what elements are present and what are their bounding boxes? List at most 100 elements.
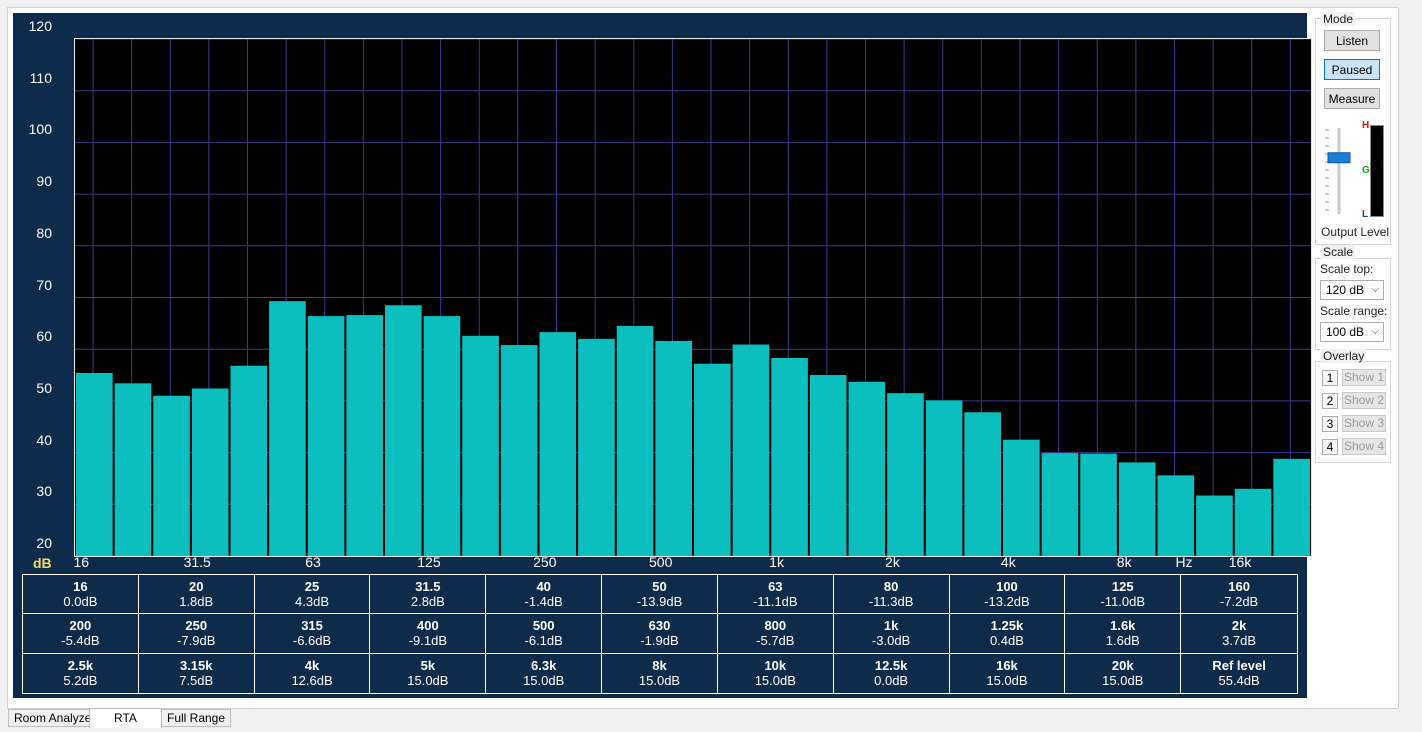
bar-315 xyxy=(578,338,615,556)
band-gain: 4.3dB xyxy=(295,594,330,610)
band-gain: 15.0dB xyxy=(986,673,1028,689)
overlay-label: Overlay xyxy=(1321,349,1367,363)
x-tick-label: 1k xyxy=(769,554,784,570)
bar-50 xyxy=(269,301,306,556)
band-cell: 10k 15.0dB xyxy=(718,653,834,693)
overlay-1-checkbox[interactable]: 1 xyxy=(1322,370,1338,386)
band-cell: 1.6k 1.6dB xyxy=(1065,614,1182,654)
bar-1k xyxy=(771,357,808,556)
band-cell: 1k -3.0dB xyxy=(833,614,950,654)
band-cell: 125 -11.0dB xyxy=(1065,575,1182,615)
bar-80 xyxy=(346,315,383,556)
bar-4k xyxy=(1003,439,1040,556)
bar-31.5 xyxy=(191,388,229,556)
band-frequency: 2.5k xyxy=(67,658,94,674)
band-cell: 25 4.3dB xyxy=(254,575,371,615)
overlay-4-checkbox[interactable]: 4 xyxy=(1322,439,1338,455)
band-cell: Ref level 55.4dB xyxy=(1181,654,1297,693)
scale-range-select[interactable]: 100 dB ⌵ xyxy=(1320,322,1384,342)
paused-button[interactable]: Paused xyxy=(1324,59,1380,80)
bar-63 xyxy=(307,316,345,556)
level-meter xyxy=(1370,125,1384,217)
listen-button[interactable]: Listen xyxy=(1324,30,1380,51)
x-tick-label: 16 xyxy=(73,554,90,570)
overlay-show-2-button[interactable]: Show 2 xyxy=(1342,392,1386,409)
band-frequency: 400 xyxy=(417,618,439,634)
y-tick-label: 80 xyxy=(36,224,52,241)
y-tick-label: 70 xyxy=(36,276,52,293)
tab-full-range[interactable]: Full Range xyxy=(161,709,232,727)
bar-500 xyxy=(655,340,692,556)
output-level-slider[interactable] xyxy=(1322,124,1356,220)
overlay-show-4-button[interactable]: Show 4 xyxy=(1342,438,1386,455)
chevron-down-icon: ⌵ xyxy=(1371,284,1379,295)
band-cell: 16k 15.0dB xyxy=(950,653,1066,693)
band-cell: 200 -5.4dB xyxy=(23,614,139,654)
bar-25 xyxy=(153,395,190,556)
band-frequency: 25 xyxy=(304,579,320,595)
band-cell: 4k 12.6dB xyxy=(255,653,371,693)
tab-rta[interactable]: RTA xyxy=(89,708,162,728)
band-gain: -1.4dB xyxy=(524,594,563,610)
band-frequency: 31.5 xyxy=(415,579,441,595)
tab-room-analyzer[interactable]: Room Analyzer xyxy=(8,709,102,727)
x-tick-label: 2k xyxy=(885,554,900,570)
band-cell: 250 -7.9dB xyxy=(138,614,255,654)
band-frequency: 40 xyxy=(536,579,551,595)
measure-button[interactable]: Measure xyxy=(1324,88,1380,109)
band-gain: -3.0dB xyxy=(871,633,911,649)
band-cell: 630 -1.9dB xyxy=(602,614,718,654)
band-cell: 2.5k 5.2dB xyxy=(23,653,139,693)
band-frequency: 10k xyxy=(764,658,787,674)
y-tick-label: 40 xyxy=(36,431,52,448)
overlay-show-1-button[interactable]: Show 1 xyxy=(1342,369,1386,386)
overlay-show-3-button[interactable]: Show 3 xyxy=(1342,415,1386,432)
bar-10k xyxy=(1157,475,1195,556)
scale-top-select[interactable]: 120 dB ⌵ xyxy=(1320,280,1384,300)
band-gain: 1.8dB xyxy=(179,594,214,610)
band-frequency: 1.6k xyxy=(1110,618,1136,634)
bar-16 xyxy=(76,372,113,556)
scale-label: Scale xyxy=(1321,245,1356,259)
band-cell: 20k 15.0dB xyxy=(1065,653,1182,693)
band-frequency: 1k xyxy=(883,618,899,634)
x-axis-unit: Hz xyxy=(1175,554,1193,570)
band-frequency: 100 xyxy=(996,579,1018,595)
band-gain: -11.0dB xyxy=(1100,594,1146,610)
band-gain: 0.0dB xyxy=(63,594,98,610)
y-axis-unit: dB xyxy=(33,555,52,571)
overlay-3-checkbox[interactable]: 3 xyxy=(1322,416,1338,432)
band-frequency: 125 xyxy=(1111,579,1134,595)
band-gain: -1.9dB xyxy=(640,633,679,649)
chevron-down-icon: ⌵ xyxy=(1371,326,1379,337)
x-tick-label: 500 xyxy=(649,554,673,570)
band-cell: 160 -7.2dB xyxy=(1181,575,1297,615)
band-frequency: 4k xyxy=(304,658,320,674)
band-gain: -11.3dB xyxy=(868,594,914,610)
band-gain: 3.7dB xyxy=(1222,633,1257,649)
band-frequency: 315 xyxy=(301,618,323,634)
band-cell: 3.15k 7.5dB xyxy=(139,653,255,693)
band-cell: 500 -6.1dB xyxy=(486,614,603,654)
band-cell: 16 0.0dB xyxy=(23,575,139,615)
band-cell: 40 -1.4dB xyxy=(486,575,603,615)
y-tick-label: 50 xyxy=(36,379,52,396)
band-gain: 5.2dB xyxy=(63,673,98,689)
band-frequency: 63 xyxy=(768,579,783,595)
y-tick-label: 30 xyxy=(36,483,52,500)
band-frequency: 80 xyxy=(883,579,899,595)
bar-1.6k xyxy=(848,381,886,556)
band-cell: 31.5 2.8dB xyxy=(370,575,487,615)
band-cell: 6.3k 15.0dB xyxy=(486,653,603,693)
x-tick-label: 250 xyxy=(533,554,557,570)
band-frequency: 50 xyxy=(652,579,667,595)
band-cell: 50 -13.9dB xyxy=(602,575,718,615)
band-cell: 2k 3.7dB xyxy=(1181,614,1297,654)
overlay-2-checkbox[interactable]: 2 xyxy=(1322,393,1338,409)
band-frequency: 20k xyxy=(1111,658,1134,674)
band-gain: 0.4dB xyxy=(989,633,1024,649)
band-gain: 7.5dB xyxy=(179,673,214,689)
meter-h-label: H xyxy=(1362,120,1370,131)
bar-800 xyxy=(732,344,770,556)
y-tick-label: 90 xyxy=(36,173,52,190)
